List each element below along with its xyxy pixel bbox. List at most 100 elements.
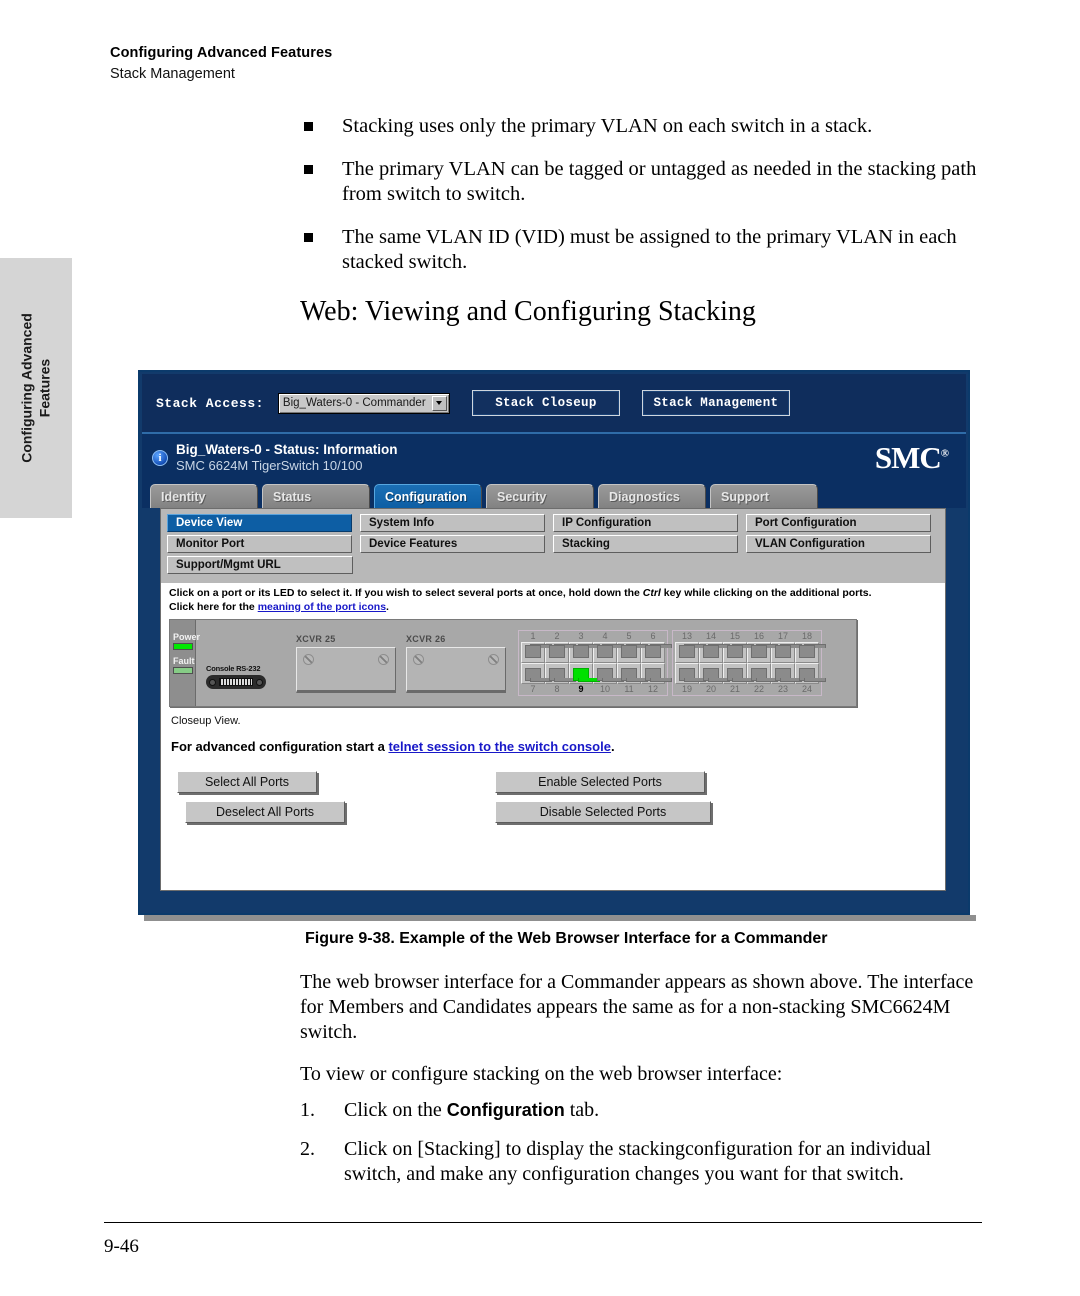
port-icons-link[interactable]: meaning of the port icons <box>258 601 386 613</box>
deselect-all-ports-button[interactable]: Deselect All Ports <box>185 801 345 823</box>
subtab-ip-configuration[interactable]: IP Configuration <box>553 514 738 532</box>
screw-icon <box>378 654 389 665</box>
port-24[interactable] <box>795 663 826 684</box>
db9-screw-right-icon <box>256 678 263 686</box>
stack-management-button[interactable]: Stack Management <box>641 390 790 416</box>
port-7[interactable] <box>521 663 552 684</box>
xcvr-slot-25[interactable]: XCVR 25 <box>296 634 396 693</box>
list-item: 1. Click on the Configuration tab. <box>300 1098 990 1123</box>
instruction-ctrl-key: Ctrl <box>642 587 661 599</box>
tab-identity[interactable]: Identity <box>150 484 258 508</box>
subtab-monitor-port[interactable]: Monitor Port <box>167 535 352 553</box>
port-row-top <box>675 642 826 663</box>
port-11[interactable] <box>617 663 648 684</box>
select-all-ports-button[interactable]: Select All Ports <box>177 771 317 793</box>
step-number: 1. <box>300 1099 315 1121</box>
stack-access-select[interactable]: Big_Waters-0 - Commander <box>277 392 450 414</box>
port-10[interactable] <box>593 663 624 684</box>
port-17[interactable] <box>771 642 802 663</box>
stack-closeup-button[interactable]: Stack Closeup <box>471 390 620 416</box>
disable-selected-ports-button[interactable]: Disable Selected Ports <box>495 801 711 823</box>
chevron-down-icon[interactable] <box>431 395 447 411</box>
subtab-stacking[interactable]: Stacking <box>553 535 738 553</box>
power-led-label: Power <box>173 632 201 642</box>
subtab-device-features[interactable]: Device Features <box>360 535 545 553</box>
xcvr-26-label: XCVR 26 <box>406 634 446 644</box>
screw-icon <box>488 654 499 665</box>
subtab-device-view[interactable]: Device View <box>167 514 352 532</box>
port-9-selected[interactable] <box>569 663 600 684</box>
port-number: 14 <box>705 631 716 641</box>
fault-led-group: Fault <box>173 656 195 674</box>
tab-configuration[interactable]: Configuration <box>374 484 482 508</box>
subtab-port-configuration[interactable]: Port Configuration <box>746 514 931 532</box>
enable-selected-ports-button[interactable]: Enable Selected Ports <box>495 771 705 793</box>
list-item: Stacking uses only the primary VLAN on e… <box>300 114 990 139</box>
list-item: 2. Click on [Stacking] to display the sta… <box>300 1137 990 1187</box>
status-text: Big_Waters-0 - Status: Information SMC 6… <box>176 442 398 474</box>
port-18[interactable] <box>795 642 826 663</box>
power-led-indicator[interactable] <box>173 643 193 650</box>
tab-diagnostics[interactable]: Diagnostics <box>598 484 706 508</box>
port-row-bottom <box>521 663 672 684</box>
port-23[interactable] <box>771 663 802 684</box>
sub-tab-row-1: Device View System Info IP Configuration… <box>167 514 939 532</box>
port-number-row-bottom: 7 8 9 10 11 12 <box>521 684 665 695</box>
smc-logo: SMC® <box>874 440 949 475</box>
port-15[interactable] <box>723 642 754 663</box>
tab-security[interactable]: Security <box>486 484 594 508</box>
port-4[interactable] <box>593 642 624 663</box>
port-number: 7 <box>530 684 536 694</box>
port-8[interactable] <box>545 663 576 684</box>
port-16[interactable] <box>747 642 778 663</box>
port-number: 22 <box>753 684 764 694</box>
running-head: Configuring Advanced Features Stack Mana… <box>110 45 332 82</box>
fault-led-indicator[interactable] <box>173 667 193 674</box>
port-number: 5 <box>626 631 632 641</box>
port-number: 24 <box>801 684 812 694</box>
port-instructions: Click on a port or its LED to select it.… <box>169 587 935 614</box>
port-12[interactable] <box>641 663 672 684</box>
port-number: 19 <box>681 684 692 694</box>
port-20[interactable] <box>699 663 730 684</box>
page-number: 9-46 <box>104 1236 139 1257</box>
port-22[interactable] <box>747 663 778 684</box>
subtab-support-mgmt-url[interactable]: Support/Mgmt URL <box>167 556 353 574</box>
port-5[interactable] <box>617 642 648 663</box>
port-21[interactable] <box>723 663 754 684</box>
port-3[interactable] <box>569 642 600 663</box>
fault-led-label: Fault <box>173 656 195 666</box>
tab-status[interactable]: Status <box>262 484 370 508</box>
main-tab-strip: Identity Status Configuration Security D… <box>142 482 966 508</box>
port-1[interactable] <box>521 642 552 663</box>
instruction-line1-b: key while clicking on the additional por… <box>660 587 872 599</box>
subtab-vlan-configuration[interactable]: VLAN Configuration <box>746 535 931 553</box>
screw-icon <box>303 654 314 665</box>
info-icon: i <box>152 450 168 466</box>
sub-tab-row-3: Support/Mgmt URL <box>167 556 939 574</box>
lead-in-text: To view or configure stacking on the web… <box>300 1063 783 1085</box>
telnet-session-link[interactable]: telnet session to the switch console <box>388 739 611 754</box>
port-6[interactable] <box>641 642 672 663</box>
port-14[interactable] <box>699 642 730 663</box>
running-head-chapter: Configuring Advanced Features <box>110 45 333 61</box>
xcvr-25-label: XCVR 25 <box>296 634 336 644</box>
port-19[interactable] <box>675 663 706 684</box>
list-item: The same VLAN ID (VID) must be assigned … <box>300 225 990 275</box>
xcvr-slot-26[interactable]: XCVR 26 <box>406 634 506 693</box>
port-row-bottom <box>675 663 826 684</box>
console-port-label: Console RS-232 <box>206 664 261 673</box>
numbered-steps: 1. Click on the Configuration tab. 2. Clic… <box>300 1098 990 1187</box>
status-subtitle: SMC 6624M TigerSwitch 10/100 <box>176 458 363 473</box>
step-text-bold: Configuration <box>446 1100 565 1120</box>
page-title: Web: Viewing and Configuring Stacking <box>300 296 756 327</box>
subtab-system-info[interactable]: System Info <box>360 514 545 532</box>
bullet-text: The same VLAN ID (VID) must be assigned … <box>342 226 957 273</box>
port-number: 13 <box>681 631 692 641</box>
port-number: 1 <box>530 631 536 641</box>
tab-support[interactable]: Support <box>710 484 818 508</box>
instruction-line2-b: . <box>386 600 389 613</box>
port-2[interactable] <box>545 642 576 663</box>
stack-access-label: Stack Access: <box>156 395 264 411</box>
port-13[interactable] <box>675 642 706 663</box>
